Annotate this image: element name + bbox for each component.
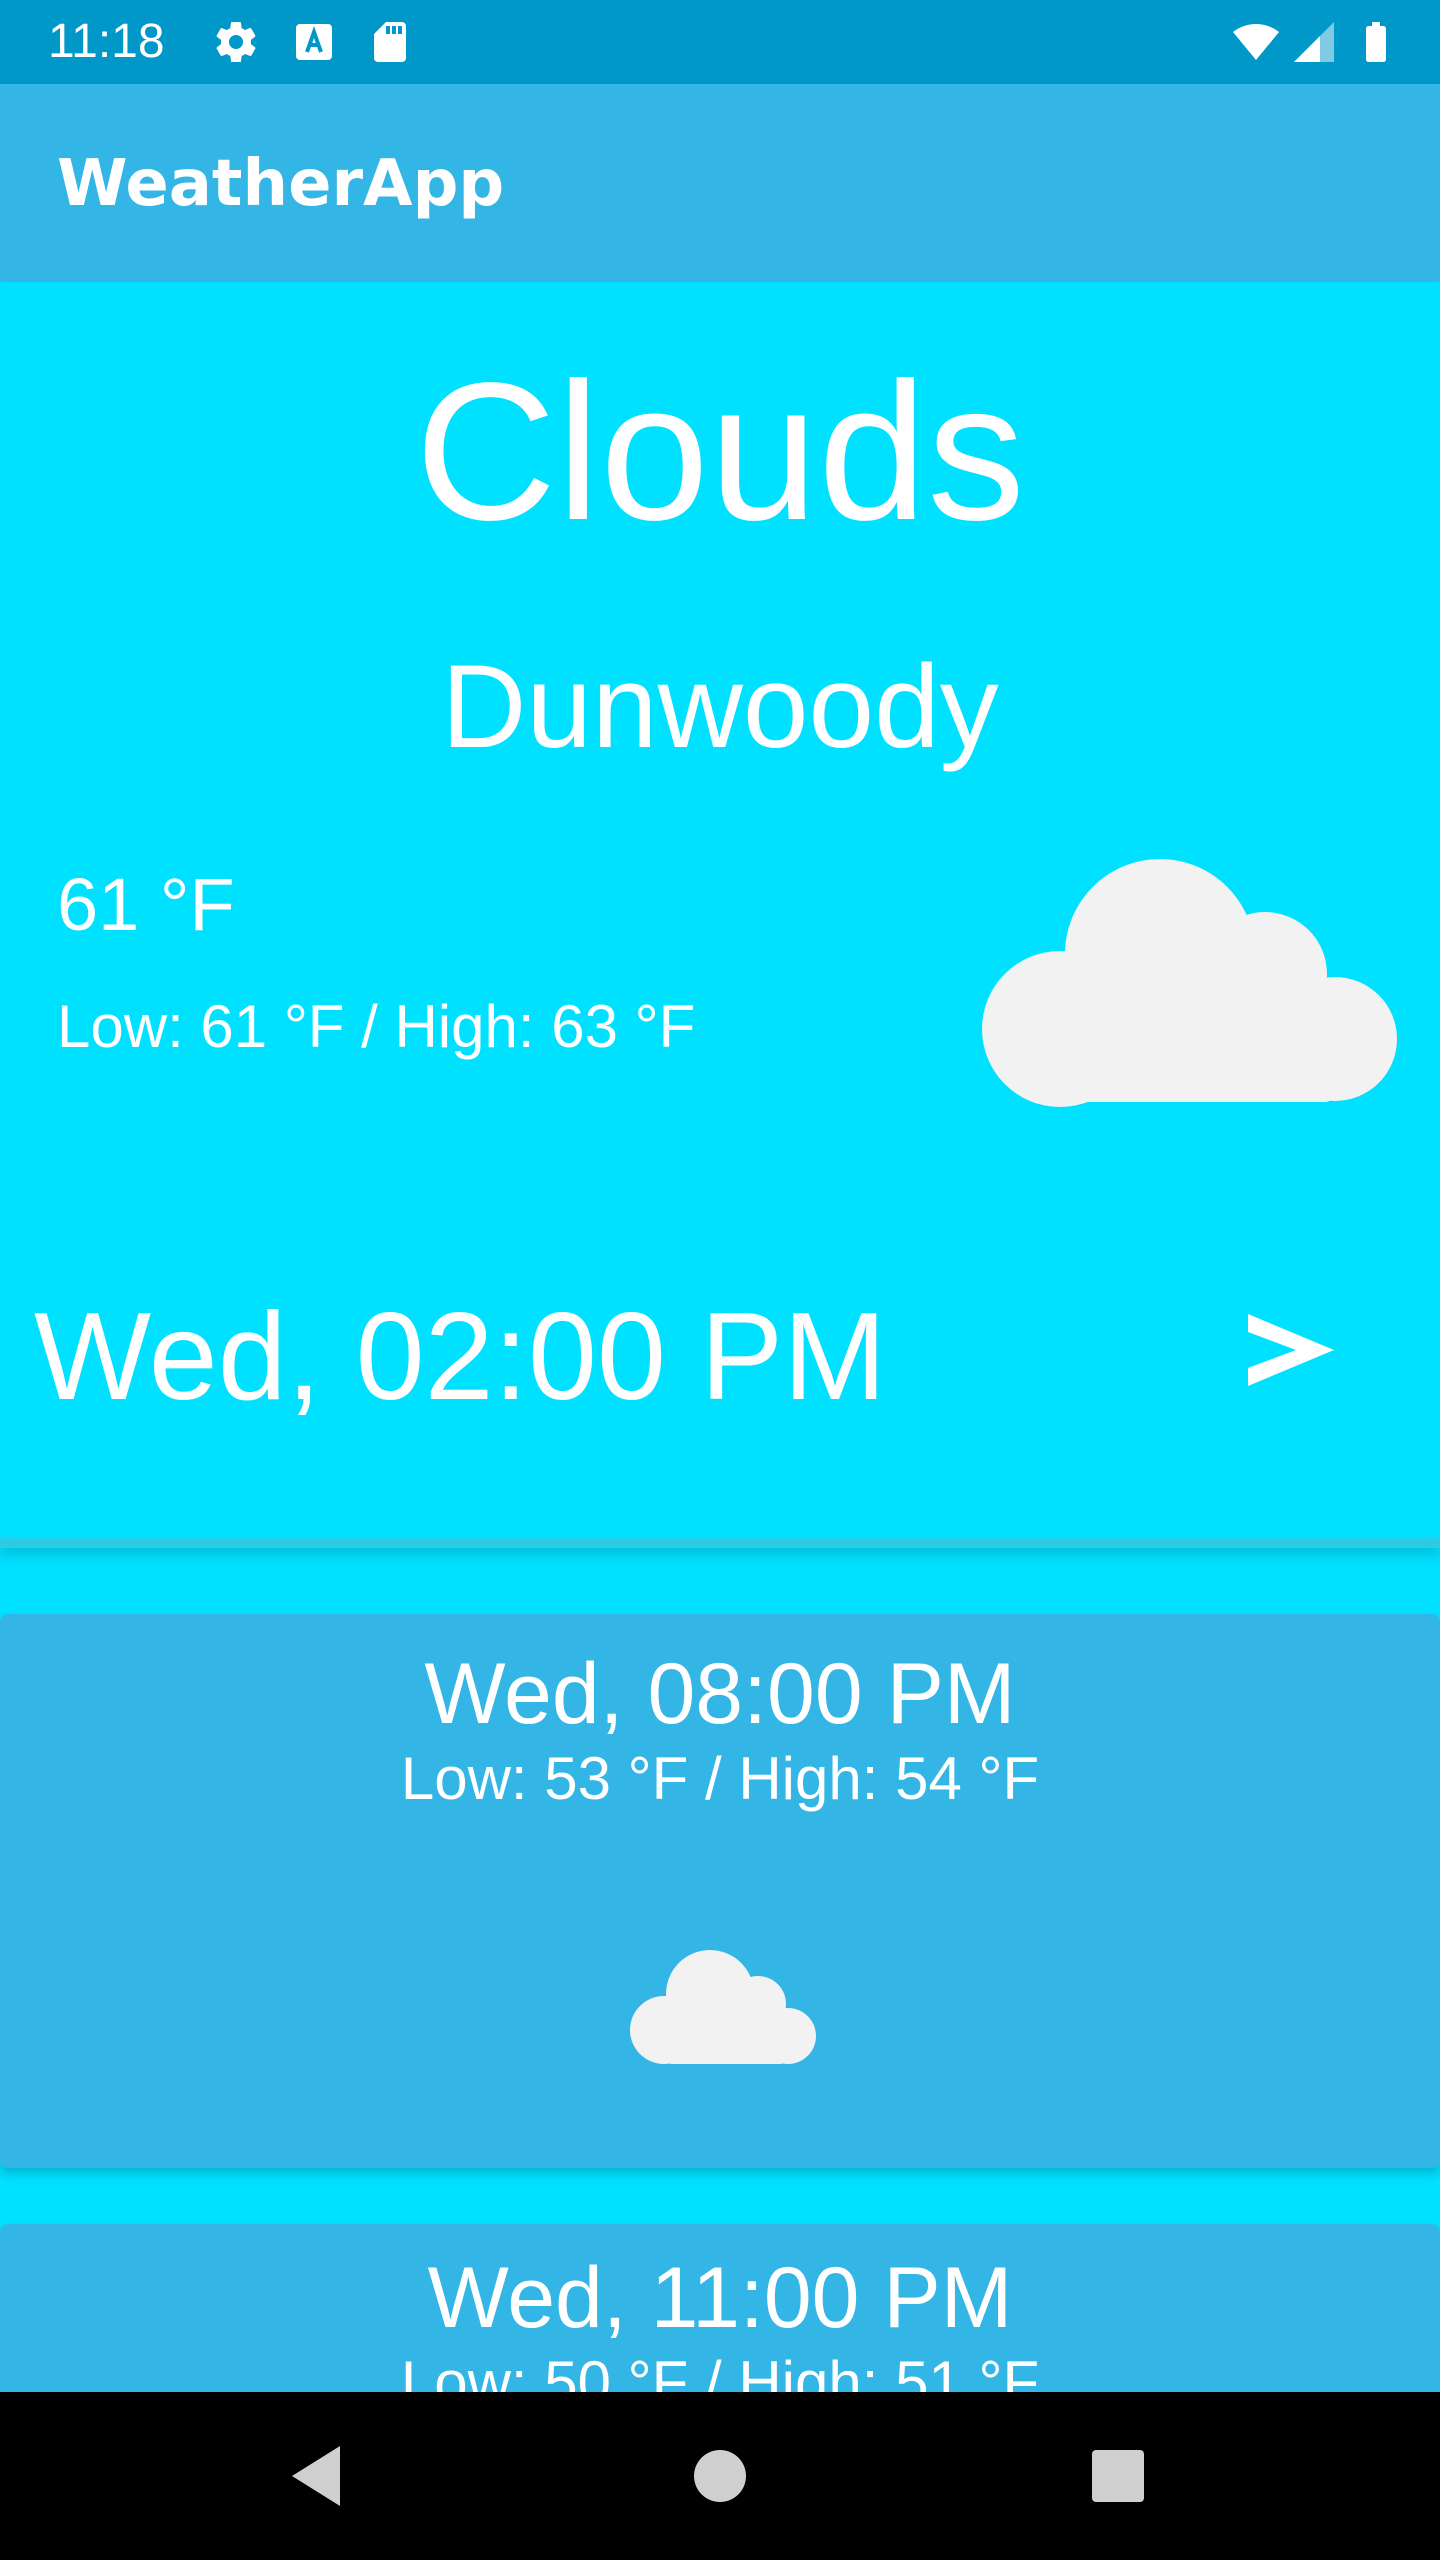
- next-arrow-button[interactable]: [1230, 1292, 1350, 1412]
- sd-card-icon: [374, 22, 406, 62]
- back-icon[interactable]: [278, 2436, 358, 2516]
- forecast-card[interactable]: Wed, 08:00 PM Low: 53 °F / High: 54 °F: [0, 1614, 1440, 2168]
- forecast-datetime: Wed, 11:00 PM: [427, 2250, 1013, 2346]
- cloud-icon: [982, 859, 1397, 1107]
- signal-icon: [1294, 22, 1334, 62]
- city-name: Dunwoody: [441, 641, 999, 773]
- status-bar: 11:18: [0, 0, 1440, 84]
- app-bar: WeatherApp: [0, 84, 1440, 282]
- cloud-icon: [630, 1950, 816, 2064]
- recents-icon[interactable]: [1078, 2436, 1158, 2516]
- forecast-low-high: Low: 53 °F / High: 54 °F: [400, 1745, 1040, 1812]
- gear-icon: [216, 22, 256, 63]
- current-low-high: Low: 61 °F / High: 63 °F: [57, 993, 696, 1060]
- forecast-datetime: Wed, 08:00 PM: [424, 1646, 1016, 1742]
- app-title: WeatherApp: [57, 147, 505, 221]
- status-time: 11:18: [48, 15, 165, 68]
- navigation-bar: [0, 2392, 1440, 2560]
- weather-screen: 11:18 WeatherApp Clouds Dunwoody 61 °F L…: [0, 0, 1440, 2560]
- text-a-icon: [296, 24, 332, 60]
- weather-condition: Clouds: [414, 342, 1026, 561]
- current-temperature: 61 °F: [57, 863, 235, 946]
- battery-icon: [1366, 22, 1386, 62]
- home-icon[interactable]: [680, 2436, 760, 2516]
- current-datetime: Wed, 02:00 PM: [34, 1288, 887, 1426]
- wifi-icon: [1233, 24, 1279, 60]
- current-weather-card: Clouds Dunwoody 61 °F Low: 61 °F / High:…: [0, 282, 1440, 1548]
